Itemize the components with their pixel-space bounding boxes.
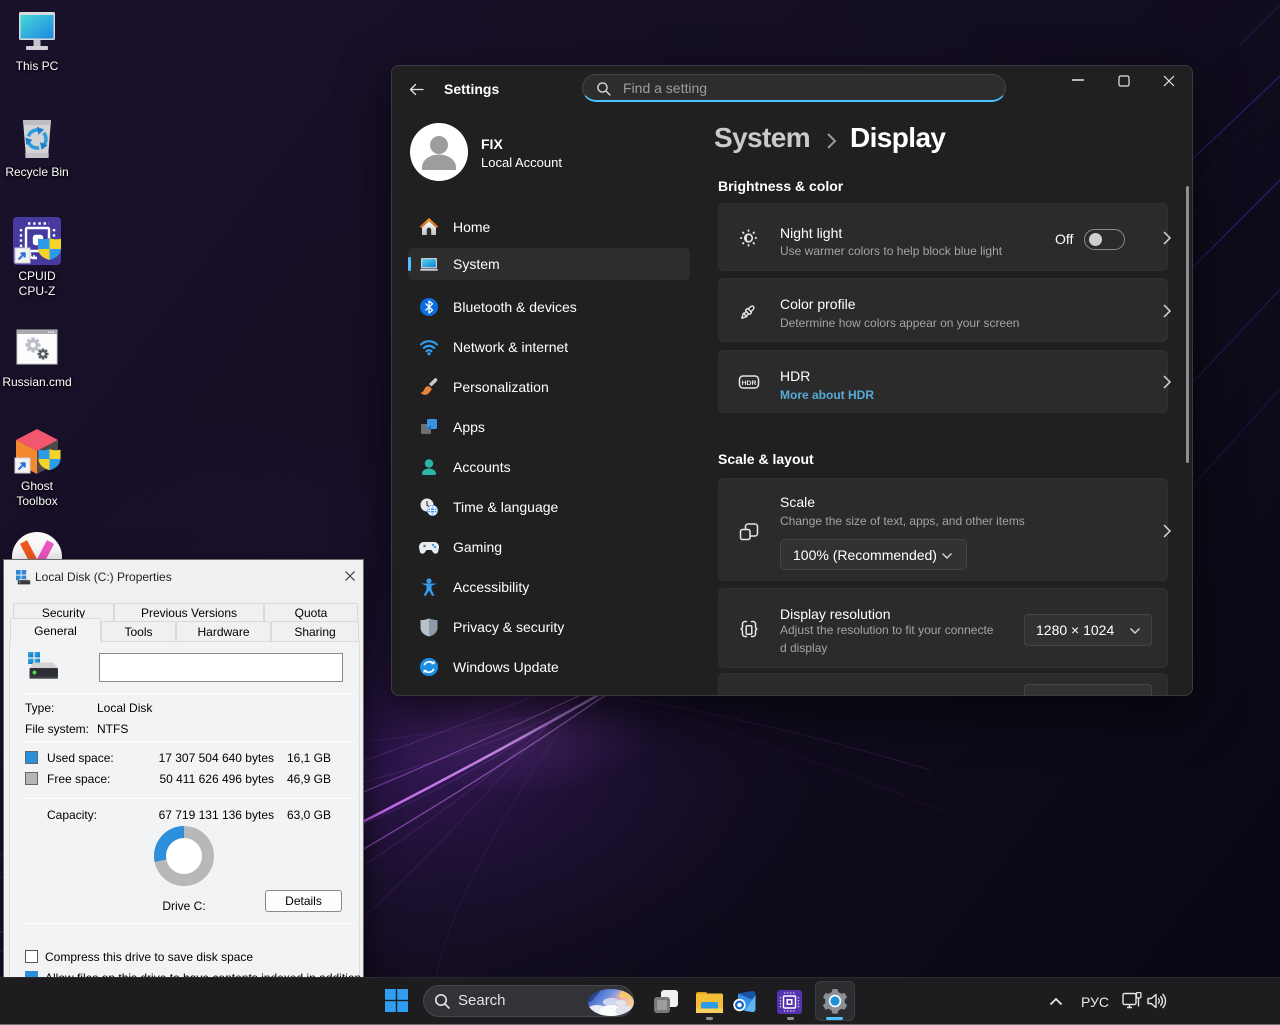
svg-text:HDR: HDR — [742, 380, 757, 387]
